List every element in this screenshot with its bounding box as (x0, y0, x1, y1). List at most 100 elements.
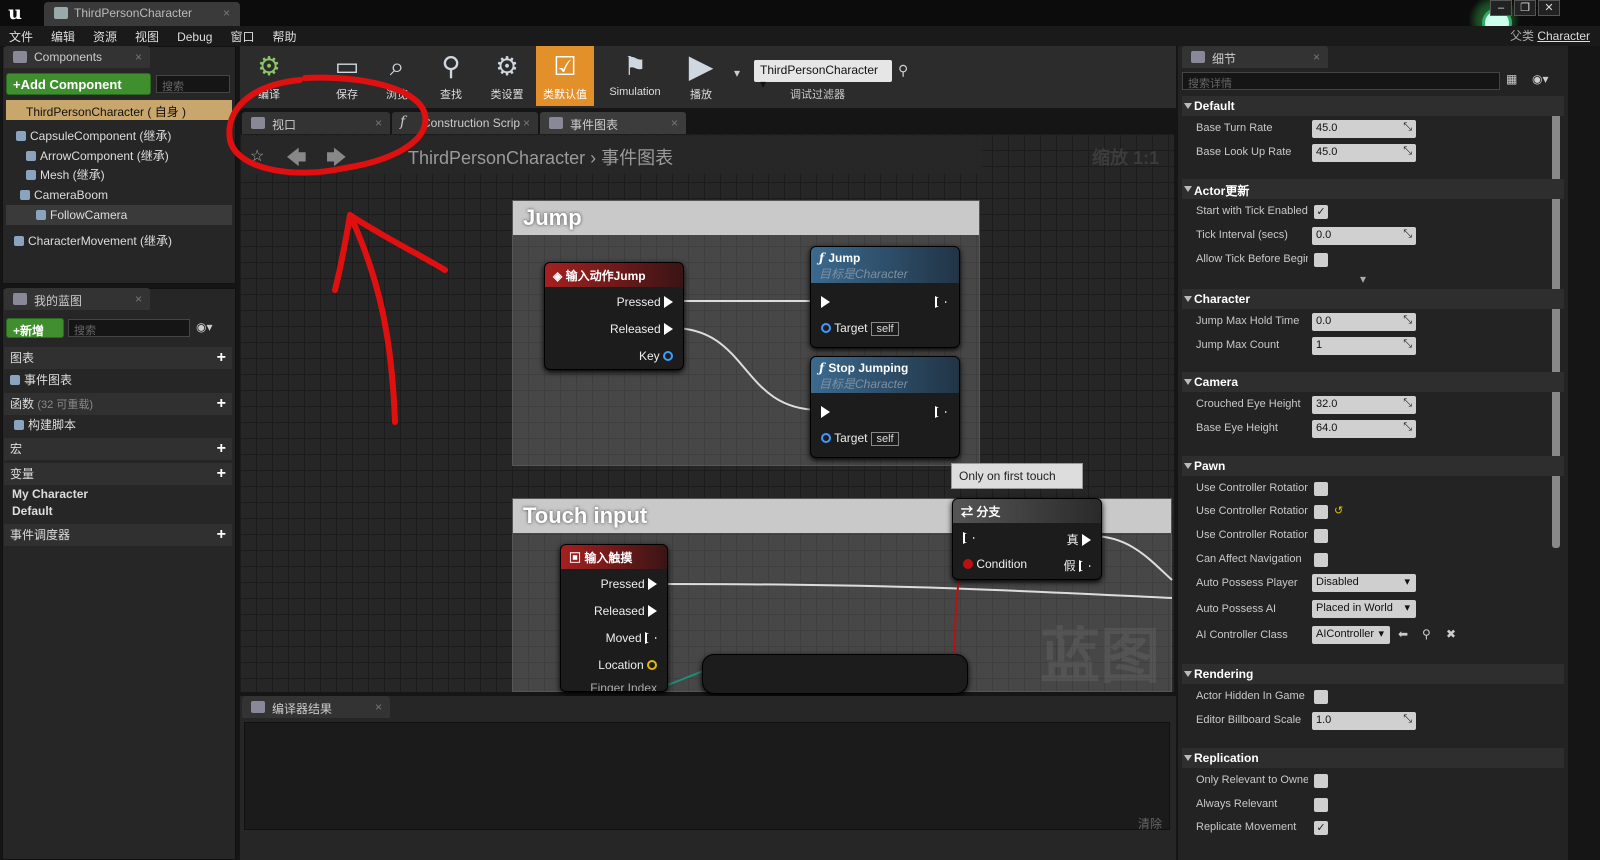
use-controller-rotation-pitch-checkbox[interactable] (1314, 482, 1328, 496)
jump-hold-field[interactable]: 0.0 (1312, 313, 1416, 331)
tick-enabled-checkbox[interactable]: ✓ (1314, 205, 1328, 219)
tree-item-capsule[interactable]: CapsuleComponent (继承) (16, 126, 171, 146)
pin-key[interactable]: Key (639, 349, 673, 363)
pin-released[interactable]: Released (610, 322, 673, 336)
pin-location[interactable]: Location (598, 658, 657, 672)
eye-icon[interactable]: ◉▾ (196, 320, 213, 334)
menu-window[interactable]: 窗口 (221, 26, 263, 45)
tree-item-arrow[interactable]: ArrowComponent (继承) (26, 146, 169, 166)
blueprint-search-input[interactable]: 搜索 (68, 319, 190, 337)
document-tab[interactable]: ThirdPersonCharacter × (44, 2, 240, 26)
details-scrollbar[interactable] (1552, 96, 1560, 548)
menu-debug[interactable]: Debug (168, 28, 221, 44)
section-actor-tick[interactable]: Actor更新 (1182, 179, 1564, 199)
jump-function-node[interactable]: ƒ Jump 目标是Character Target self (810, 246, 960, 348)
add-icon[interactable]: + (217, 438, 226, 460)
pin-pressed[interactable]: Pressed (617, 295, 673, 309)
tab-construction-script[interactable]: f Construction Scrip × (392, 112, 538, 134)
branch-node[interactable]: ⇄ 分支 真 Condition 假 (952, 498, 1102, 580)
section-camera[interactable]: Camera (1182, 372, 1564, 392)
menu-help[interactable]: 帮助 (263, 26, 305, 45)
pin-released[interactable]: Released (594, 604, 657, 618)
browse-button[interactable]: ⌕ 浏览 (368, 46, 426, 106)
find-button[interactable]: ⚲ 查找 (422, 46, 480, 106)
tab-event-graph[interactable]: 事件图表 × (540, 112, 686, 134)
section-functions[interactable]: 函数 (32 可重载) + (4, 393, 232, 415)
root-component[interactable]: ThirdPersonCharacter ( 自身 ) (6, 100, 232, 120)
section-dispatchers[interactable]: 事件调度器 + (4, 524, 232, 546)
back-arrow-icon[interactable]: 🡄 (286, 143, 307, 177)
close-icon[interactable]: × (135, 292, 142, 306)
close-icon[interactable]: × (523, 116, 530, 130)
tab-details[interactable]: 细节 × (1182, 46, 1328, 68)
exec-out-pin[interactable] (935, 295, 947, 309)
input-action-jump-node[interactable]: ◈ 输入动作Jump Pressed Released Key (544, 262, 684, 370)
tab-viewport[interactable]: 视口 × (242, 112, 390, 134)
input-touch-node[interactable]: ▣ 输入触摸 Pressed Released Moved Location F… (560, 544, 668, 692)
section-character[interactable]: Character (1182, 289, 1564, 309)
allow-tick-checkbox[interactable] (1314, 253, 1328, 267)
auto-possess-ai-select[interactable]: Placed in World (1312, 600, 1416, 618)
add-icon[interactable]: + (217, 393, 226, 415)
forward-arrow-icon[interactable]: 🡆 (326, 143, 347, 177)
section-macros[interactable]: 宏 + (4, 438, 232, 460)
components-search-input[interactable]: 搜索 (156, 75, 230, 93)
close-icon[interactable]: × (671, 116, 678, 130)
billboard-scale-field[interactable]: 1.0 (1312, 712, 1416, 730)
new-button[interactable]: +新增 (6, 318, 64, 338)
can-affect-navigation-checkbox[interactable] (1314, 553, 1328, 567)
unreal-logo[interactable]: u (4, 2, 26, 24)
close-icon[interactable]: × (375, 700, 382, 714)
debug-filter-select[interactable]: ThirdPersonCharacter ▾ (754, 60, 892, 91)
class-settings-button[interactable]: ⚙ 类设置 (478, 46, 536, 106)
section-replication[interactable]: Replication (1182, 748, 1564, 768)
tree-item-followcamera[interactable]: FollowCamera (6, 205, 232, 225)
debug-search-icon[interactable]: ⚲ (898, 62, 908, 79)
menu-edit[interactable]: 编辑 (42, 26, 84, 45)
tree-item-cameraboom[interactable]: CameraBoom (20, 185, 108, 205)
section-graphs[interactable]: 图表 + (4, 347, 232, 369)
add-component-button[interactable]: +Add Component (6, 73, 151, 95)
pin-moved[interactable]: Moved (606, 631, 657, 645)
section-pawn[interactable]: Pawn (1182, 456, 1564, 476)
expand-chevron-icon[interactable]: ▾ (1360, 272, 1366, 286)
base-turn-rate-field[interactable]: 45.0 (1312, 120, 1416, 138)
parent-class-link[interactable]: Character (1537, 29, 1590, 43)
pin-finger-index[interactable]: Finger Index (590, 681, 657, 691)
jump-count-field[interactable]: 1 (1312, 337, 1416, 355)
replicate-movement-checkbox[interactable]: ✓ (1314, 821, 1328, 835)
pin-pressed[interactable]: Pressed (601, 577, 657, 591)
stop-jumping-function-node[interactable]: ƒ Stop Jumping 目标是Character Target self (810, 356, 960, 458)
close-window-button[interactable]: ✕ (1538, 0, 1560, 16)
category-default[interactable]: Default (12, 501, 53, 521)
tree-item-mesh[interactable]: Mesh (继承) (26, 165, 105, 185)
section-rendering[interactable]: Rendering (1182, 664, 1564, 684)
section-default[interactable]: Default (1182, 96, 1564, 116)
pin-false[interactable]: 假 (1064, 557, 1091, 574)
tab-components[interactable]: Components × (4, 46, 150, 68)
maximize-button[interactable]: ❐ (1514, 0, 1536, 16)
use-controller-rotation-roll-checkbox[interactable] (1314, 529, 1328, 543)
tab-my-blueprint[interactable]: 我的蓝图 × (4, 288, 150, 310)
tick-interval-field[interactable]: 0.0 (1312, 227, 1416, 245)
actor-hidden-checkbox[interactable] (1314, 690, 1328, 704)
list-item-construction[interactable]: 构建脚本 (14, 415, 76, 435)
star-icon[interactable]: ☆ (250, 146, 264, 166)
class-defaults-button[interactable]: ☑ 类默认值 (536, 46, 594, 106)
simulation-button[interactable]: ⚑ Simulation (600, 46, 670, 106)
use-controller-rotation-yaw-checkbox[interactable] (1314, 505, 1328, 519)
add-icon[interactable]: + (217, 347, 226, 369)
browse-icon[interactable]: ⚲ (1422, 627, 1431, 641)
grid-view-icon[interactable]: ▦ (1506, 72, 1517, 86)
add-icon[interactable]: + (217, 524, 226, 546)
clear-icon[interactable]: ✖ (1446, 627, 1456, 641)
exec-out-pin[interactable] (935, 405, 947, 419)
tab-compiler-results[interactable]: 编译器结果 × (242, 696, 390, 718)
base-look-up-rate-field[interactable]: 45.0 (1312, 144, 1416, 162)
base-eye-field[interactable]: 64.0 (1312, 420, 1416, 438)
pin-target[interactable]: Target self (821, 431, 899, 446)
play-options-chevron-icon[interactable]: ▾ (734, 66, 740, 80)
exec-in-pin[interactable] (821, 405, 830, 419)
compile-button[interactable]: ⚙ 编译 (240, 46, 298, 106)
always-relevant-checkbox[interactable] (1314, 798, 1328, 812)
